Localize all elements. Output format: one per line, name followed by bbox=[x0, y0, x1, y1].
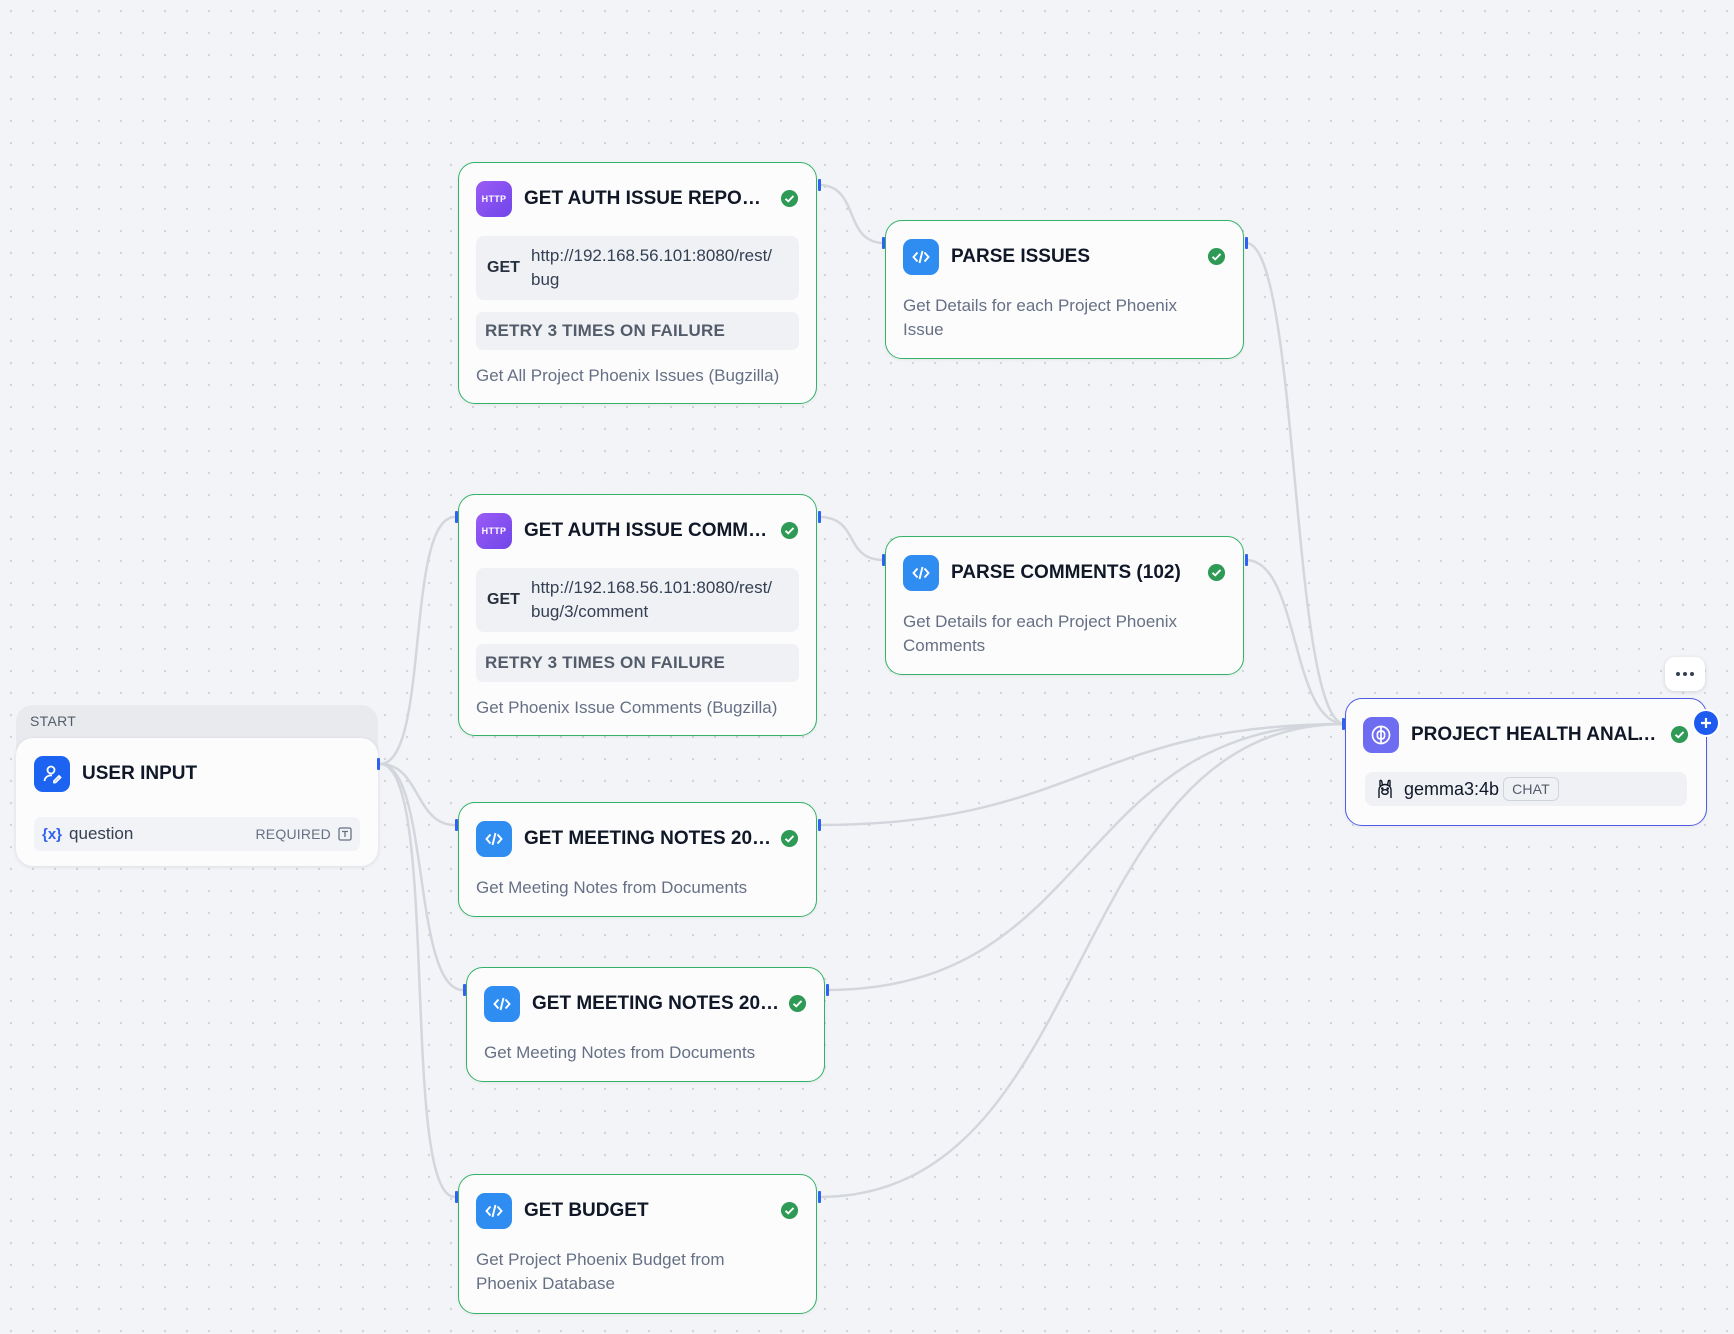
edge-start-to-auth-comments bbox=[379, 515, 456, 766]
http-method: GET bbox=[487, 259, 520, 276]
code-icon bbox=[903, 554, 939, 591]
code-icon bbox=[903, 238, 939, 275]
node-description: Get All Project Phoenix Issues (Bugzilla… bbox=[476, 366, 780, 385]
edge-auth-reports-to-parse-issues bbox=[818, 183, 885, 245]
code-icon bbox=[484, 985, 520, 1022]
node-description: Get Details for each Project Phoenix Iss… bbox=[903, 296, 1178, 339]
node-title: USER INPUT bbox=[82, 762, 198, 784]
edge-start-to-meeting-1 bbox=[379, 762, 456, 827]
request-url-box: GET http://192.168.56.101:8080/rest/bug/… bbox=[476, 568, 799, 632]
node-title: GET AUTH ISSUE COMME... bbox=[524, 519, 772, 541]
input-port[interactable] bbox=[455, 1191, 458, 1203]
http-icon: HTTP bbox=[476, 180, 512, 217]
edge-start-to-budget bbox=[379, 762, 456, 1199]
code-node-meeting-notes-2[interactable]: GET MEETING NOTES 202... Get Meeting Not… bbox=[466, 967, 825, 1082]
output-port[interactable] bbox=[818, 1191, 821, 1203]
input-port[interactable] bbox=[463, 984, 466, 996]
plus-icon bbox=[1701, 718, 1711, 728]
http-icon: HTTP bbox=[476, 512, 512, 549]
retry-badge: RETRY 3 TIMES ON FAILURE bbox=[476, 644, 799, 682]
code-node-parse-comments[interactable]: PARSE COMMENTS (102) Get Details for eac… bbox=[885, 536, 1244, 675]
input-port[interactable] bbox=[455, 511, 458, 523]
start-label: START bbox=[30, 713, 77, 729]
input-port[interactable] bbox=[882, 237, 885, 249]
node-title: GET MEETING NOTES 202... bbox=[532, 992, 780, 1014]
variable-icon: {x} bbox=[42, 825, 63, 843]
output-port[interactable] bbox=[818, 179, 821, 191]
check-circle-icon bbox=[1207, 247, 1226, 266]
text-input-icon bbox=[338, 827, 352, 841]
edge-budget-to-health bbox=[818, 722, 1346, 1199]
required-badge: REQUIRED bbox=[255, 826, 331, 842]
input-port[interactable] bbox=[882, 554, 885, 566]
variable-row[interactable]: {x} question REQUIRED bbox=[34, 817, 360, 851]
start-group: START USER INPUT {x} question REQUIRED bbox=[16, 705, 378, 866]
edge-parse-comments-to-health bbox=[1245, 558, 1346, 726]
node-title: PARSE ISSUES bbox=[951, 245, 1091, 267]
check-circle-icon bbox=[1207, 563, 1226, 582]
user-edit-icon bbox=[34, 755, 70, 792]
request-url-box: GET http://192.168.56.101:8080/rest/bug bbox=[476, 236, 799, 300]
llm-node-project-health[interactable]: PROJECT HEALTH ANALY... gemma3:4b CHAT bbox=[1345, 698, 1707, 826]
output-port[interactable] bbox=[1245, 554, 1248, 566]
add-node-button[interactable] bbox=[1694, 711, 1718, 735]
brain-icon bbox=[1363, 716, 1399, 753]
node-title: GET BUDGET bbox=[524, 1199, 649, 1221]
check-circle-icon bbox=[788, 994, 807, 1013]
retry-badge: RETRY 3 TIMES ON FAILURE bbox=[476, 312, 799, 350]
edge-start-to-meeting-2 bbox=[379, 762, 464, 992]
node-description: Get Project Phoenix Budget from Phoenix … bbox=[476, 1250, 725, 1293]
code-node-meeting-notes-1[interactable]: GET MEETING NOTES 202... Get Meeting Not… bbox=[458, 802, 817, 917]
check-circle-icon bbox=[780, 1201, 799, 1220]
input-port[interactable] bbox=[455, 819, 458, 831]
edges-layer bbox=[379, 183, 1346, 1199]
edge-auth-comments-to-parse-comments bbox=[818, 515, 885, 562]
node-description: Get Meeting Notes from Documents bbox=[484, 1043, 756, 1062]
node-title: GET AUTH ISSUE REPORTS bbox=[524, 187, 772, 209]
node-description: Get Phoenix Issue Comments (Bugzilla) bbox=[476, 698, 778, 717]
code-icon bbox=[476, 820, 512, 857]
http-node-auth-comments[interactable]: HTTP GET AUTH ISSUE COMME... GET http://… bbox=[458, 494, 817, 736]
edge-parse-issues-to-health bbox=[1245, 241, 1346, 726]
check-circle-icon bbox=[1670, 725, 1689, 744]
output-port[interactable] bbox=[1245, 237, 1248, 249]
check-circle-icon bbox=[780, 189, 799, 208]
output-port[interactable] bbox=[818, 511, 821, 523]
variable-name: question bbox=[69, 824, 134, 843]
output-port[interactable] bbox=[818, 819, 821, 831]
http-method: GET bbox=[487, 591, 520, 608]
check-circle-icon bbox=[780, 829, 799, 848]
model-selector[interactable]: gemma3:4b CHAT bbox=[1365, 772, 1687, 806]
output-port[interactable] bbox=[826, 984, 829, 996]
model-mode-badge: CHAT bbox=[1503, 777, 1559, 801]
input-port[interactable] bbox=[1342, 718, 1345, 730]
output-port[interactable] bbox=[377, 758, 380, 770]
model-name: gemma3:4b bbox=[1404, 778, 1500, 799]
node-description: Get Details for each Project Phoenix Com… bbox=[903, 612, 1178, 655]
code-icon bbox=[476, 1192, 512, 1229]
code-node-budget[interactable]: GET BUDGET Get Project Phoenix Budget fr… bbox=[458, 1174, 817, 1314]
check-circle-icon bbox=[780, 521, 799, 540]
node-title: PROJECT HEALTH ANALY... bbox=[1411, 723, 1662, 745]
request-url: http://192.168.56.101:8080/rest/bug/3/co… bbox=[531, 578, 773, 621]
more-options-button[interactable] bbox=[1665, 657, 1705, 691]
node-title: GET MEETING NOTES 202... bbox=[524, 827, 772, 849]
user-input-node[interactable]: USER INPUT {x} question REQUIRED bbox=[16, 738, 378, 866]
node-description: Get Meeting Notes from Documents bbox=[476, 878, 748, 897]
ollama-icon bbox=[1378, 779, 1392, 798]
node-title: PARSE COMMENTS (102) bbox=[951, 561, 1181, 583]
request-url: http://192.168.56.101:8080/rest/bug bbox=[531, 246, 773, 289]
code-node-parse-issues[interactable]: PARSE ISSUES Get Details for each Projec… bbox=[885, 220, 1244, 359]
more-horizontal-icon bbox=[1676, 672, 1694, 676]
http-node-auth-reports[interactable]: HTTP GET AUTH ISSUE REPORTS GET http://1… bbox=[458, 162, 817, 404]
